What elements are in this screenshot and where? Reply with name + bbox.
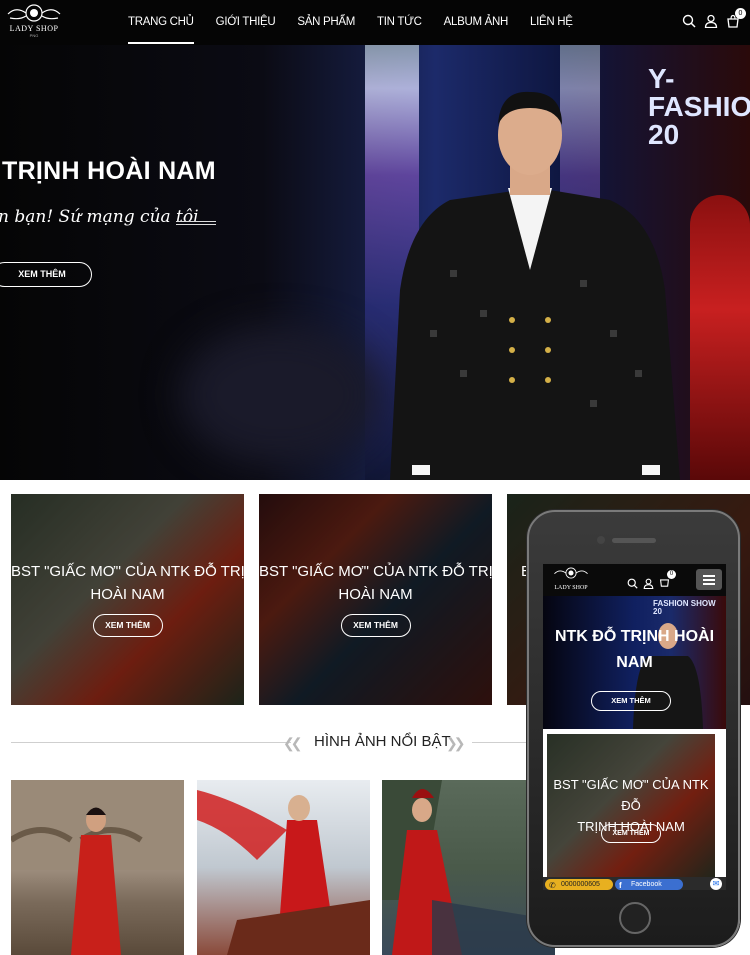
collection-more-button[interactable]: XEM THÊM [92, 614, 163, 637]
page: LADY SHOP PNG TRANG CHỦ GIỚI THIỆU SẢN P… [0, 0, 750, 955]
phone-icon: ✆ [549, 881, 556, 890]
mobile-header-icons: 0 [627, 570, 676, 592]
chevron-left-icon: ❮❮ [283, 735, 303, 751]
mobile-screen: LADY SHOP 0 FASHION SHOW 20 NTK ĐỖ TRỊNH… [543, 564, 726, 890]
facebook-button[interactable]: f Facebook [615, 879, 683, 890]
logo-text: LADY SHOP [9, 24, 59, 33]
gallery-photo [11, 780, 184, 955]
section-divider [11, 742, 291, 743]
user-icon[interactable] [704, 14, 718, 28]
search-icon[interactable] [682, 14, 696, 28]
nav-item-news[interactable]: TIN TỨC [377, 0, 422, 45]
logo-tag: PNG [29, 33, 39, 38]
site-header: LADY SHOP PNG TRANG CHỦ GIỚI THIỆU SẢN P… [0, 0, 750, 45]
collection-title: BST "GIẤC MƠ" CỦA NTK ĐỖ TRỊNH HOÀI NAM [259, 563, 492, 603]
audience-shadow [180, 325, 380, 465]
gallery-photo [197, 790, 370, 955]
phone-speaker [612, 538, 656, 543]
hamburger-menu-icon[interactable] [696, 569, 722, 590]
hero-more-button[interactable]: XEM THÊM [0, 262, 92, 287]
mobile-collection-card[interactable]: BST "GIẤC MƠ" CỦA NTK ĐỖ TRỊNH HOÀI NAM … [547, 734, 715, 882]
section-divider [472, 742, 532, 743]
collection-more-button[interactable]: XEM THÊM [340, 614, 411, 637]
logo-text: LADY SHOP [554, 585, 588, 591]
facebook-icon: f [619, 881, 622, 890]
hero-title: TRỊNH HOÀI NAM [2, 157, 216, 185]
crest-logo-icon [7, 4, 61, 22]
mobile-hero-more-button[interactable]: XEM THÊM [591, 691, 671, 711]
header-icons: 0 [682, 8, 746, 28]
collection-title: BST "GIẤC MƠ" CỦA NTK ĐỖ TRỊNH HOÀI NAM [11, 563, 244, 603]
messenger-icon[interactable]: ✉ [710, 878, 722, 890]
phone-camera [597, 536, 605, 544]
phone-mockup: LADY SHOP 0 FASHION SHOW 20 NTK ĐỖ TRỊNH… [527, 510, 740, 947]
nav-item-home[interactable]: TRANG CHỦ [128, 0, 194, 45]
nav-item-contact[interactable]: LIÊN HỆ [530, 0, 573, 45]
gallery-image[interactable] [11, 780, 184, 955]
cart-count-badge: 0 [735, 8, 746, 19]
site-logo[interactable]: LADY SHOP PNG [0, 2, 68, 42]
cart-count-badge: 0 [667, 570, 676, 579]
mobile-collection-more-button[interactable]: XEM THÊM [601, 824, 661, 843]
subtitle-divider [176, 221, 216, 225]
crest-logo-icon [554, 567, 588, 579]
collection-card[interactable]: BST "GIẤC MƠ" CỦA NTK ĐỖ TRỊNH HOÀI NAM … [11, 494, 244, 705]
nav-item-products[interactable]: SẢN PHẨM [297, 0, 355, 45]
cart-button[interactable]: 0 [659, 570, 676, 592]
cart-button[interactable]: 0 [726, 8, 746, 28]
model-image [690, 195, 750, 480]
user-icon[interactable] [643, 578, 654, 589]
collection-card[interactable]: BST "GIẤC MƠ" CỦA NTK ĐỖ TRỊNH HOÀI NAM … [259, 494, 492, 705]
section-title: HÌNH ẢNH NỔI BẬT [314, 733, 451, 750]
backdrop-text: FASHION SHOW 20 [653, 599, 716, 616]
hero-subtitle: n bạn! Sứ mạng của tôi [0, 207, 199, 227]
phone-call-button[interactable]: ✆ 0000000605 [545, 879, 613, 890]
facebook-label: Facebook [631, 881, 662, 888]
phone-number: 0000000605 [561, 881, 600, 888]
phone-home-button [619, 902, 651, 934]
chevron-right-icon: ❯❯ [446, 735, 466, 751]
mobile-hero: FASHION SHOW 20 NTK ĐỖ TRỊNH HOÀI NAM XE… [543, 596, 726, 729]
designer-photo [390, 91, 680, 480]
nav-item-about[interactable]: GIỚI THIỆU [216, 0, 276, 45]
hero-banner: Y- FASHIO 20 TRỊNH HOÀI NAM n bạn! Sứ mạ… [0, 45, 750, 480]
main-nav: TRANG CHỦ GIỚI THIỆU SẢN PHẨM TIN TỨC AL… [128, 0, 595, 45]
mobile-header: LADY SHOP 0 [543, 564, 726, 596]
mobile-hero-title: NTK ĐỖ TRỊNH HOÀI NAM [554, 628, 715, 671]
gallery-image[interactable] [197, 780, 370, 955]
mobile-logo[interactable]: LADY SHOP [547, 566, 595, 592]
search-icon[interactable] [627, 578, 638, 589]
nav-item-album[interactable]: ALBUM ẢNH [444, 0, 509, 45]
